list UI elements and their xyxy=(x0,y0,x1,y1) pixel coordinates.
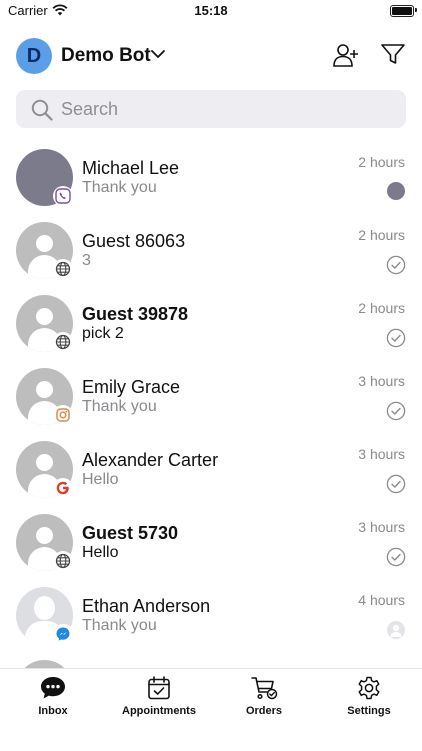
timestamp: 4 hours xyxy=(358,592,405,608)
tab-label: Settings xyxy=(347,705,391,717)
conversation-list: Michael Lee Thank you 2 hours Guest 8606… xyxy=(0,140,422,668)
contact-name: Alexander Carter xyxy=(82,450,219,470)
contact-name: Ethan Anderson xyxy=(82,596,211,616)
timestamp: 2 hours xyxy=(358,154,405,170)
tab-orders[interactable]: Orders xyxy=(211,669,317,729)
message-preview: Thank you xyxy=(82,617,157,634)
conversation-row[interactable]: Ethan Anderson Thank you 4 hours xyxy=(0,578,422,651)
battery-icon xyxy=(390,5,414,17)
contact-name: Guest 5730 xyxy=(82,523,179,543)
message-preview: pick 2 xyxy=(82,325,124,342)
timestamp: 2 hours xyxy=(358,300,405,316)
message-preview: Hello xyxy=(82,544,119,561)
check-circle-icon xyxy=(386,474,406,494)
add-user-icon[interactable] xyxy=(332,42,360,68)
message-preview: Thank you xyxy=(82,179,157,196)
calendar-check-icon xyxy=(148,676,170,700)
status-bar: Carrier 15:18 xyxy=(0,0,422,22)
web-globe-icon xyxy=(53,332,73,352)
message-preview: 3 xyxy=(82,252,91,269)
web-globe-icon xyxy=(53,259,73,279)
message-preview: Hello xyxy=(82,471,119,488)
tab-bar: Inbox Appointments Orders Settings xyxy=(0,668,422,751)
contact-name: Guest 86063 xyxy=(82,231,186,251)
search-input[interactable] xyxy=(61,90,391,128)
tab-label: Inbox xyxy=(38,705,68,717)
message-preview: Thank you xyxy=(82,398,157,415)
viber-icon xyxy=(53,186,73,206)
web-globe-icon xyxy=(53,551,73,571)
conversation-row[interactable]: Emily Grace Thank you 3 hours xyxy=(0,359,422,432)
tab-appointments[interactable]: Appointments xyxy=(106,669,212,729)
header: D Demo Bot xyxy=(0,36,422,76)
seen-avatar-icon xyxy=(387,621,405,639)
timestamp: 3 hours xyxy=(358,446,405,462)
google-icon xyxy=(53,478,73,498)
timestamp: 3 hours xyxy=(358,373,405,389)
clock: 15:18 xyxy=(194,3,228,18)
avatar xyxy=(16,660,73,668)
conversation-row[interactable]: Guest 5730 Hello 3 hours xyxy=(0,505,422,578)
conversation-row[interactable]: Guest 39878 pick 2 2 hours xyxy=(0,286,422,359)
tab-settings[interactable]: Settings xyxy=(316,669,422,729)
check-circle-icon xyxy=(386,255,406,275)
search-bar xyxy=(16,90,406,128)
search-icon xyxy=(31,99,53,121)
cart-check-icon xyxy=(251,677,278,700)
tab-label: Appointments xyxy=(122,705,196,717)
check-circle-icon xyxy=(386,328,406,348)
check-circle-icon xyxy=(386,547,406,567)
bot-name[interactable]: Demo Bot xyxy=(61,45,151,67)
timestamp: 2 hours xyxy=(358,227,405,243)
contact-name: Guest 39878 xyxy=(82,304,189,324)
unread-indicator xyxy=(387,182,405,200)
chat-bubble-icon xyxy=(41,677,65,699)
tab-label: Orders xyxy=(245,705,283,717)
timestamp: 3 hours xyxy=(358,519,405,535)
instagram-icon xyxy=(53,405,73,425)
gear-icon xyxy=(358,676,380,700)
chevron-down-icon[interactable] xyxy=(150,48,166,60)
conversation-row[interactable]: Guest 86063 3 2 hours xyxy=(0,213,422,286)
conversation-row[interactable]: Michael Lee Thank you 2 hours xyxy=(0,140,422,213)
check-circle-icon xyxy=(386,401,406,421)
bot-avatar[interactable]: D xyxy=(16,38,52,74)
battery-tip xyxy=(415,8,417,12)
conversation-row[interactable]: Alexander Carter Hello 3 hours xyxy=(0,432,422,505)
contact-name: Emily Grace xyxy=(82,377,181,397)
conversation-row[interactable] xyxy=(0,651,422,668)
messenger-icon xyxy=(53,624,73,644)
tab-inbox[interactable]: Inbox xyxy=(0,669,106,729)
contact-name: Michael Lee xyxy=(82,158,180,178)
filter-icon[interactable] xyxy=(380,42,406,66)
